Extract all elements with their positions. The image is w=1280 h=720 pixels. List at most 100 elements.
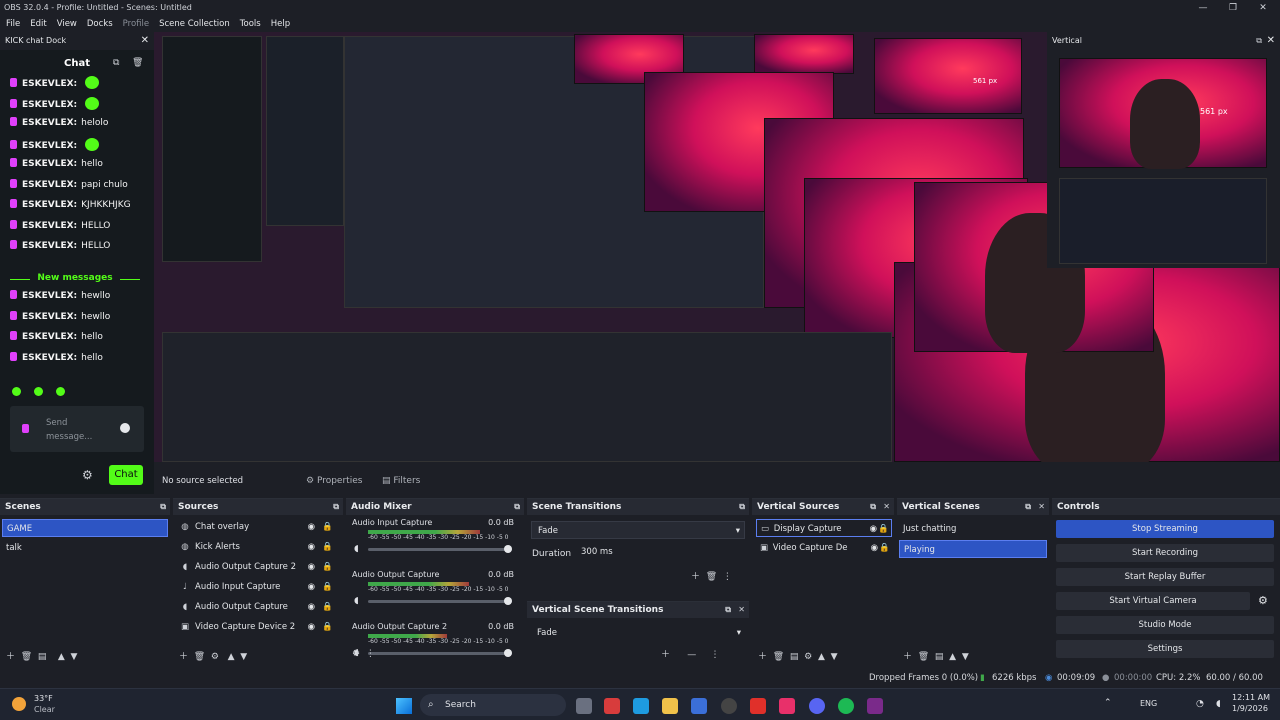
trash-icon[interactable]: 🗑 bbox=[773, 652, 784, 662]
float-icon[interactable]: ⧉ bbox=[870, 499, 876, 515]
lock-icon[interactable]: 🔒 bbox=[322, 518, 333, 536]
menu-profile[interactable]: Profile bbox=[123, 16, 149, 32]
chevron-up-icon[interactable]: ⌃ bbox=[1104, 698, 1112, 708]
add-icon[interactable]: ＋ bbox=[903, 652, 912, 662]
vertical-transition-select[interactable]: Fade ▾ bbox=[531, 624, 745, 642]
eye-icon[interactable]: ◉ bbox=[308, 578, 315, 596]
stop-streaming-button[interactable]: Stop Streaming bbox=[1056, 520, 1274, 538]
vertical-scene-item[interactable]: Just chatting bbox=[897, 520, 956, 538]
lock-icon[interactable]: 🔒 bbox=[322, 538, 333, 556]
store-icon[interactable] bbox=[691, 698, 707, 714]
language-indicator[interactable]: ENG bbox=[1140, 699, 1157, 708]
float-icon[interactable]: ⧉ bbox=[725, 602, 731, 618]
filters-button[interactable]: ▤ Filters bbox=[382, 476, 420, 486]
vertical-source-item[interactable]: ▭ Display Capture ◉ 🔒 bbox=[756, 519, 892, 537]
source-item[interactable]: ◖ Audio Output Capture 2 ◉ 🔒 bbox=[173, 558, 343, 576]
start-recording-button[interactable]: Start Recording bbox=[1056, 544, 1274, 562]
preview-canvas[interactable]: 561 px Vertical ⧉ ✕ 561 px bbox=[154, 32, 1280, 462]
close-icon[interactable]: ✕ bbox=[141, 32, 149, 50]
maximize-icon[interactable]: ❐ bbox=[1218, 0, 1248, 16]
menu-file[interactable]: File bbox=[6, 16, 20, 32]
float-icon[interactable]: ⧉ bbox=[333, 499, 339, 515]
move-up-icon[interactable]: ▲ bbox=[949, 652, 956, 662]
scene-item[interactable]: talk bbox=[0, 539, 22, 557]
spotify-icon[interactable] bbox=[838, 698, 854, 714]
eye-icon[interactable]: ◉ bbox=[308, 518, 315, 536]
chat-username[interactable]: ESKEVLEX: bbox=[22, 118, 77, 128]
add-icon[interactable]: ＋ bbox=[661, 650, 670, 660]
trash-icon[interactable]: 🗑 bbox=[706, 572, 717, 582]
settings-button[interactable]: Settings bbox=[1056, 640, 1274, 658]
wifi-icon[interactable]: ◔ bbox=[1196, 699, 1204, 709]
discord-icon[interactable] bbox=[809, 698, 825, 714]
scene-item[interactable]: GAME bbox=[2, 519, 168, 537]
vertical-scene-item[interactable]: Playing bbox=[899, 540, 1047, 558]
lock-icon[interactable]: 🔒 bbox=[322, 558, 333, 576]
start-virtual-camera-button[interactable]: Start Virtual Camera bbox=[1056, 592, 1250, 610]
close-icon[interactable]: ✕ bbox=[1248, 0, 1278, 16]
float-icon[interactable]: ⧉ bbox=[160, 499, 166, 515]
obs-icon[interactable] bbox=[721, 698, 737, 714]
add-icon[interactable]: ＋ bbox=[691, 572, 700, 582]
trash-icon[interactable]: 🗑 bbox=[132, 58, 143, 68]
app-icon[interactable] bbox=[867, 698, 883, 714]
menu-view[interactable]: View bbox=[57, 16, 77, 32]
volume-slider[interactable] bbox=[368, 548, 512, 551]
emote-icon[interactable] bbox=[12, 387, 21, 396]
menu-docks[interactable]: Docks bbox=[87, 16, 113, 32]
popout-icon[interactable]: ⧉ bbox=[113, 58, 119, 68]
virtual-camera-settings-icon[interactable]: ⚙ bbox=[1258, 594, 1268, 607]
gear-icon[interactable]: ⚙ bbox=[211, 652, 219, 662]
eye-icon[interactable]: ◉ bbox=[308, 558, 315, 576]
move-down-icon[interactable]: ▼ bbox=[71, 652, 78, 662]
speaker-icon[interactable]: ◖ bbox=[354, 544, 359, 554]
eye-icon[interactable]: ◉ bbox=[308, 618, 315, 636]
close-icon[interactable]: ✕ bbox=[883, 499, 890, 515]
chat-username[interactable]: ESKEVLEX: bbox=[22, 200, 77, 210]
youtube-icon[interactable] bbox=[750, 698, 766, 714]
source-item[interactable]: ◖ Audio Output Capture ◉ 🔒 bbox=[173, 598, 343, 616]
emote-icon[interactable] bbox=[56, 387, 65, 396]
move-up-icon[interactable]: ▲ bbox=[818, 652, 825, 662]
menu-dots-icon[interactable]: ⋮ bbox=[366, 649, 375, 659]
studio-mode-button[interactable]: Studio Mode bbox=[1056, 616, 1274, 634]
float-icon[interactable]: ⧉ bbox=[1256, 32, 1262, 50]
add-icon[interactable]: ＋ bbox=[179, 652, 188, 662]
new-messages-divider[interactable]: New messages bbox=[10, 273, 140, 285]
move-up-icon[interactable]: ▲ bbox=[228, 652, 235, 662]
properties-button[interactable]: ⚙ Properties bbox=[306, 476, 362, 486]
filter-icon[interactable]: ▤ bbox=[790, 652, 799, 662]
chat-username[interactable]: ESKEVLEX: bbox=[22, 353, 77, 363]
menu-dots-icon[interactable]: ⋮ bbox=[711, 650, 720, 660]
tiktok-icon[interactable] bbox=[779, 698, 795, 714]
eye-icon[interactable]: ◉ bbox=[308, 538, 315, 556]
menu-help[interactable]: Help bbox=[271, 16, 290, 32]
volume-knob[interactable] bbox=[504, 649, 512, 657]
menu-dots-icon[interactable]: ⋮ bbox=[723, 572, 732, 582]
eye-icon[interactable]: ◉ bbox=[870, 520, 877, 536]
add-icon[interactable]: ＋ bbox=[6, 652, 15, 662]
chat-username[interactable]: ESKEVLEX: bbox=[22, 141, 77, 151]
float-icon[interactable]: ⧉ bbox=[1025, 499, 1031, 515]
source-item[interactable]: ▣ Video Capture Device 2 ◉ 🔒 bbox=[173, 618, 343, 636]
chat-username[interactable]: ESKEVLEX: bbox=[22, 100, 77, 110]
duration-input[interactable]: 300 ms bbox=[575, 543, 745, 561]
file-explorer-icon[interactable] bbox=[662, 698, 678, 714]
settings-gear-icon[interactable]: ⚙ bbox=[82, 468, 93, 482]
chat-username[interactable]: ESKEVLEX: bbox=[22, 332, 77, 342]
volume-knob[interactable] bbox=[504, 545, 512, 553]
volume-knob[interactable] bbox=[504, 597, 512, 605]
float-icon[interactable]: ⧉ bbox=[739, 499, 745, 515]
volume-icon[interactable]: ◖ bbox=[1216, 699, 1221, 709]
clock-time[interactable]: 12:11 AM bbox=[1232, 693, 1270, 702]
minus-icon[interactable]: — bbox=[687, 650, 696, 660]
lock-icon[interactable]: 🔒 bbox=[322, 598, 333, 616]
chat-username[interactable]: ESKEVLEX: bbox=[22, 241, 77, 251]
task-view-icon[interactable] bbox=[576, 698, 592, 714]
edge-icon[interactable] bbox=[633, 698, 649, 714]
lock-icon[interactable]: 🔒 bbox=[322, 618, 333, 636]
speaker-icon[interactable]: ◖ bbox=[354, 596, 359, 606]
chat-username[interactable]: ESKEVLEX: bbox=[22, 180, 77, 190]
chat-username[interactable]: ESKEVLEX: bbox=[22, 159, 77, 169]
gear-icon[interactable]: ⚙ bbox=[352, 649, 360, 659]
